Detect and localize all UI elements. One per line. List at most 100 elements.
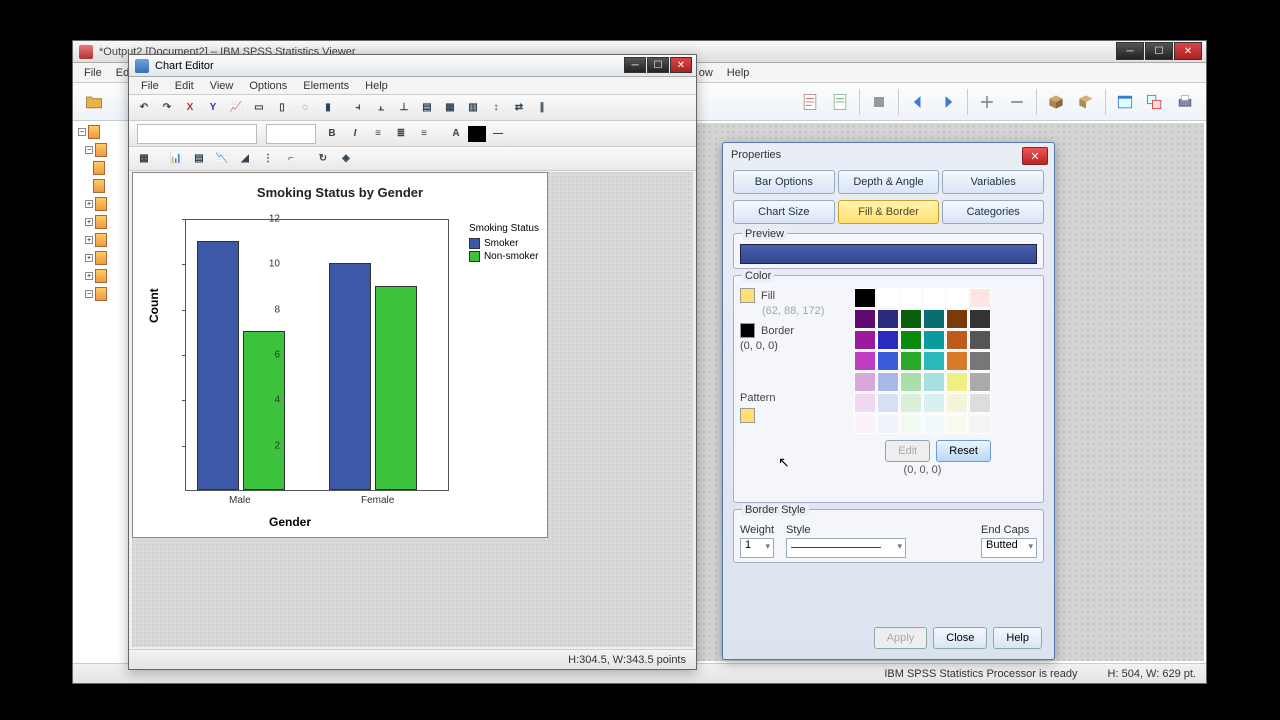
props-close-button[interactable]: ✕ [1022,147,1048,165]
color-swatch[interactable] [877,372,899,392]
font-size-dropdown[interactable] [266,124,316,144]
ce-maximize-button[interactable]: ☐ [647,57,669,73]
color-swatch[interactable] [877,288,899,308]
step-chart-icon[interactable]: ⌐ [280,149,302,169]
align-left-icon[interactable]: ≡ [367,124,389,144]
font-family-dropdown[interactable] [137,124,257,144]
color-swatch[interactable] [900,414,922,434]
open-icon[interactable] [81,89,107,115]
minus-icon[interactable] [1004,89,1030,115]
tab-variables[interactable]: Variables [942,170,1044,194]
color-swatch[interactable] [923,414,945,434]
color-swatch[interactable] [900,351,922,371]
redo-icon[interactable]: ↷ [156,98,178,118]
color-swatch[interactable] [854,372,876,392]
lasso-icon[interactable]: ◌ [294,98,316,118]
color-swatch[interactable] [900,288,922,308]
color-swatch[interactable] [923,351,945,371]
reset-color-button[interactable]: Reset [936,440,991,462]
close-dialog-button[interactable]: Close [933,627,987,649]
text-color-icon[interactable]: A [445,124,467,144]
grid-icon[interactable]: ▤ [416,98,438,118]
chart-legend[interactable]: Smoking Status Smoker Non-smoker [469,223,539,264]
color-swatch[interactable] [877,330,899,350]
fill-icon[interactable]: ▮ [317,98,339,118]
color-swatch[interactable] [854,309,876,329]
menu-help[interactable]: Help [720,65,757,81]
color-swatch[interactable] [923,372,945,392]
color-swatch[interactable] [969,414,991,434]
color-swatch[interactable] [877,309,899,329]
bar-male-smoker[interactable] [197,241,239,490]
chart-title[interactable]: Smoking Status by Gender [133,173,547,200]
line-chart-icon[interactable]: 📉 [211,149,233,169]
hbar-chart-icon[interactable]: ▤ [188,149,210,169]
close-button[interactable]: ✕ [1174,42,1202,60]
bar1-icon[interactable]: ⫞ [347,98,369,118]
color-swatch[interactable] [877,351,899,371]
color-swatch[interactable] [946,288,968,308]
print-icon[interactable] [1172,89,1198,115]
y-axis-icon[interactable]: Y [202,98,224,118]
bar3-icon[interactable]: ⊥ [393,98,415,118]
color-swatch[interactable] [877,414,899,434]
chart-area[interactable]: Smoking Status by Gender Count Gender Sm… [132,172,548,538]
x-axis-label[interactable]: Gender [133,515,447,529]
stop-icon[interactable] [866,89,892,115]
menu-file[interactable]: File [77,65,109,81]
color-swatch[interactable] [946,393,968,413]
bar-chart-icon[interactable]: 📊 [165,149,187,169]
transpose-icon[interactable]: ⇄ [508,98,530,118]
bold-icon[interactable]: B [321,124,343,144]
ce-close-button[interactable]: ✕ [670,57,692,73]
border-label[interactable]: Border [761,325,794,337]
wnd2-icon[interactable] [1142,89,1168,115]
help-button[interactable]: Help [993,627,1042,649]
plot-area[interactable] [185,219,449,491]
color-swatch[interactable] [923,288,945,308]
color-swatch[interactable] [923,309,945,329]
chart-table-icon[interactable]: ▦ [133,149,155,169]
color-swatch[interactable] [854,288,876,308]
color-swatch[interactable] [969,288,991,308]
line-style-icon[interactable]: — [487,124,509,144]
bar2-icon[interactable]: ⫠ [370,98,392,118]
tab-chart-size[interactable]: Chart Size [733,200,835,224]
color-swatch[interactable] [900,393,922,413]
color-swatch[interactable] [877,393,899,413]
ce-menu-options[interactable]: Options [241,79,295,93]
fill-label[interactable]: Fill [761,290,775,302]
color-swatch[interactable] [946,309,968,329]
color-swatch[interactable] [854,351,876,371]
wnd1-icon[interactable] [1112,89,1138,115]
x-axis-icon[interactable]: X [179,98,201,118]
nav-fwd-icon[interactable] [935,89,961,115]
trend-icon[interactable]: 📈 [225,98,247,118]
nav-back-icon[interactable] [905,89,931,115]
outline-tree[interactable]: − − + + + + + − [75,123,131,661]
doc-icon[interactable] [797,89,823,115]
ce-menu-elements[interactable]: Elements [295,79,357,93]
color-swatch[interactable] [854,414,876,434]
3d-icon[interactable]: ◈ [335,149,357,169]
box-icon[interactable] [1043,89,1069,115]
tab-categories[interactable]: Categories [942,200,1044,224]
bars-icon[interactable]: ∥ [531,98,553,118]
rotate-icon[interactable]: ↻ [312,149,334,169]
endcaps-dropdown[interactable]: Butted [981,538,1037,558]
tab-bar-options[interactable]: Bar Options [733,170,835,194]
color-swatch[interactable] [969,330,991,350]
fill-color-swatch[interactable] [468,126,486,142]
plus-icon[interactable] [974,89,1000,115]
y-axis-label[interactable]: Count [147,288,161,323]
ce-menu-file[interactable]: File [133,79,167,93]
color-swatch[interactable] [900,330,922,350]
color-swatch[interactable] [969,309,991,329]
scatter-chart-icon[interactable]: ⋮ [257,149,279,169]
style-dropdown[interactable] [786,538,906,558]
color-swatch[interactable] [969,372,991,392]
box2-icon[interactable] [1073,89,1099,115]
area-chart-icon[interactable]: ◢ [234,149,256,169]
ce-minimize-button[interactable]: ─ [624,57,646,73]
color-swatch[interactable] [854,393,876,413]
